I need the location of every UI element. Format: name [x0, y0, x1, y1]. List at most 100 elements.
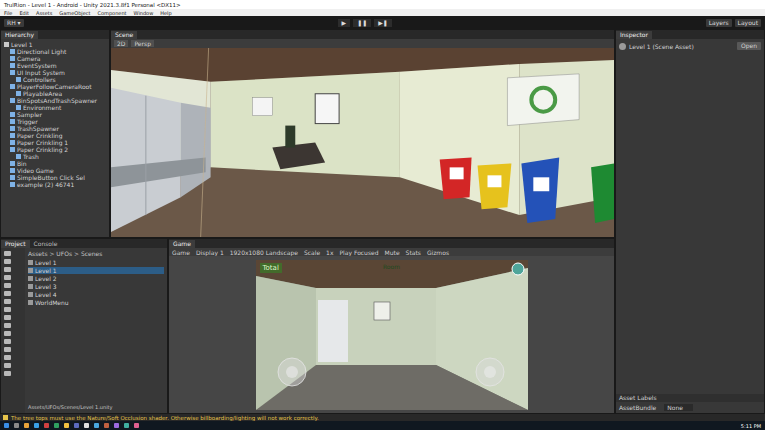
menu-item[interactable]: Edit — [19, 10, 29, 16]
app-icon[interactable] — [54, 423, 59, 428]
game-control[interactable]: Mute — [385, 249, 400, 256]
folder-icon[interactable] — [4, 259, 11, 264]
app-icon[interactable] — [4, 423, 9, 428]
folder-icon[interactable] — [4, 339, 11, 344]
menu-item[interactable]: Help — [160, 10, 171, 16]
project-item[interactable]: Level 3 — [28, 283, 164, 290]
project-item[interactable]: Level 1 — [28, 259, 164, 266]
folder-icon[interactable] — [4, 275, 11, 280]
hierarchy-item[interactable]: PlayerFollowCameraRoot — [2, 83, 108, 90]
hierarchy-item[interactable]: Directional Light — [2, 48, 108, 55]
menu-item[interactable]: Assets — [36, 10, 52, 16]
folder-icon[interactable] — [4, 299, 11, 304]
folder-icon[interactable] — [4, 347, 11, 352]
folder-icon[interactable] — [4, 283, 11, 288]
hierarchy-item[interactable]: SimpleButton Click Sel — [2, 174, 108, 181]
app-icon[interactable] — [24, 423, 29, 428]
hierarchy-item[interactable]: Sampler — [2, 111, 108, 118]
menu-item[interactable]: GameObject — [59, 10, 90, 16]
hierarchy-item[interactable]: TrashSpawner — [2, 125, 108, 132]
hierarchy-tabbar: Hierarchy — [1, 30, 109, 39]
scene-tool-button[interactable]: Persp — [131, 40, 154, 47]
app-icon[interactable] — [14, 423, 19, 428]
scene-tool-button[interactable]: 2D — [114, 40, 128, 47]
gameobject-icon — [10, 112, 15, 117]
folder-icon[interactable] — [4, 315, 11, 320]
hierarchy-item[interactable]: Paper Crinkling — [2, 132, 108, 139]
hierarchy-item[interactable]: Level 1 — [2, 41, 108, 48]
hierarchy-item[interactable]: Environment — [2, 104, 108, 111]
app-icon[interactable] — [134, 423, 139, 428]
game-frame[interactable]: TotalRoom — [256, 260, 528, 410]
folder-icon[interactable] — [4, 251, 11, 256]
play-button[interactable]: ▶❚ — [374, 19, 392, 27]
hierarchy-label: PlayableArea — [23, 90, 62, 97]
hierarchy-item[interactable]: Trigger — [2, 118, 108, 125]
game-control[interactable]: Game — [172, 249, 190, 256]
project-tab[interactable]: Project — [1, 240, 30, 248]
app-icon[interactable] — [124, 423, 129, 428]
play-button[interactable]: ❚❚ — [353, 19, 371, 27]
app-icon[interactable] — [104, 423, 109, 428]
gameobject-icon — [10, 98, 15, 103]
hierarchy-item[interactable]: Controllers — [2, 76, 108, 83]
open-button[interactable]: Open — [737, 42, 761, 50]
hierarchy-label: Paper Crinkling 2 — [17, 146, 68, 153]
play-button[interactable]: ▶ — [338, 19, 351, 27]
account-button[interactable]: RH ▾ — [4, 19, 24, 27]
project-tab[interactable]: Console — [30, 240, 62, 248]
hierarchy-item[interactable]: Camera — [2, 55, 108, 62]
inspector-tab[interactable]: Inspector — [616, 31, 652, 39]
scene-viewport[interactable] — [111, 48, 614, 237]
hierarchy-item[interactable]: BinSpotsAndTrashSpawner — [2, 97, 108, 104]
hierarchy-item[interactable]: Trash — [2, 153, 108, 160]
folder-icon[interactable] — [4, 291, 11, 296]
hierarchy-item[interactable]: Paper Crinkling 2 — [2, 146, 108, 153]
layout-dropdown[interactable]: Layout — [735, 19, 761, 27]
app-icon[interactable] — [94, 423, 99, 428]
hierarchy-item[interactable]: EventSystem — [2, 62, 108, 69]
layers-dropdown[interactable]: Layers — [706, 19, 732, 27]
app-icon[interactable] — [34, 423, 39, 428]
menu-item[interactable]: Window — [134, 10, 154, 16]
hierarchy-item[interactable]: Video Game — [2, 167, 108, 174]
menu-item[interactable]: File — [4, 10, 12, 16]
folder-icon[interactable] — [4, 267, 11, 272]
game-control[interactable]: 1x — [326, 249, 333, 256]
assetbundle-dropdown[interactable]: None — [664, 404, 693, 411]
project-item[interactable]: WorldMenu — [28, 299, 164, 306]
game-control[interactable]: Display 1 — [196, 249, 224, 256]
folder-icon[interactable] — [4, 371, 11, 376]
hierarchy-item[interactable]: Bin — [2, 160, 108, 167]
folder-icon[interactable] — [4, 323, 11, 328]
folder-icon[interactable] — [4, 355, 11, 360]
gameobject-icon — [16, 91, 21, 96]
hierarchy-item[interactable]: UI Input System — [2, 69, 108, 76]
game-control[interactable]: Scale — [304, 249, 320, 256]
app-icon[interactable] — [114, 423, 119, 428]
menu-item[interactable]: Component — [98, 10, 127, 16]
gameobject-icon — [10, 182, 15, 187]
asset-name: Level 1 (Scene Asset) — [629, 43, 694, 50]
game-control[interactable]: Gizmos — [427, 249, 449, 256]
game-tabbar: Game — [169, 239, 614, 248]
folder-icon[interactable] — [4, 363, 11, 368]
hierarchy-item[interactable]: example (2) 46741 — [2, 181, 108, 188]
project-item[interactable]: Level 4 — [28, 291, 164, 298]
app-icon[interactable] — [74, 423, 79, 428]
project-item[interactable]: Level 1 — [28, 267, 164, 274]
hierarchy-tab[interactable]: Hierarchy — [1, 31, 38, 39]
game-control[interactable]: 1920x1080 Landscape — [230, 249, 298, 256]
game-control[interactable]: Play Focused — [339, 249, 378, 256]
game-tab[interactable]: Game — [169, 240, 195, 248]
folder-icon[interactable] — [4, 307, 11, 312]
scene-tab[interactable]: Scene — [111, 31, 137, 39]
app-icon[interactable] — [64, 423, 69, 428]
folder-icon[interactable] — [4, 331, 11, 336]
game-control[interactable]: Stats — [406, 249, 421, 256]
project-item[interactable]: Level 2 — [28, 275, 164, 282]
hierarchy-item[interactable]: Paper Crinkling 1 — [2, 139, 108, 146]
app-icon[interactable] — [84, 423, 89, 428]
app-icon[interactable] — [44, 423, 49, 428]
hierarchy-item[interactable]: PlayableArea — [2, 90, 108, 97]
